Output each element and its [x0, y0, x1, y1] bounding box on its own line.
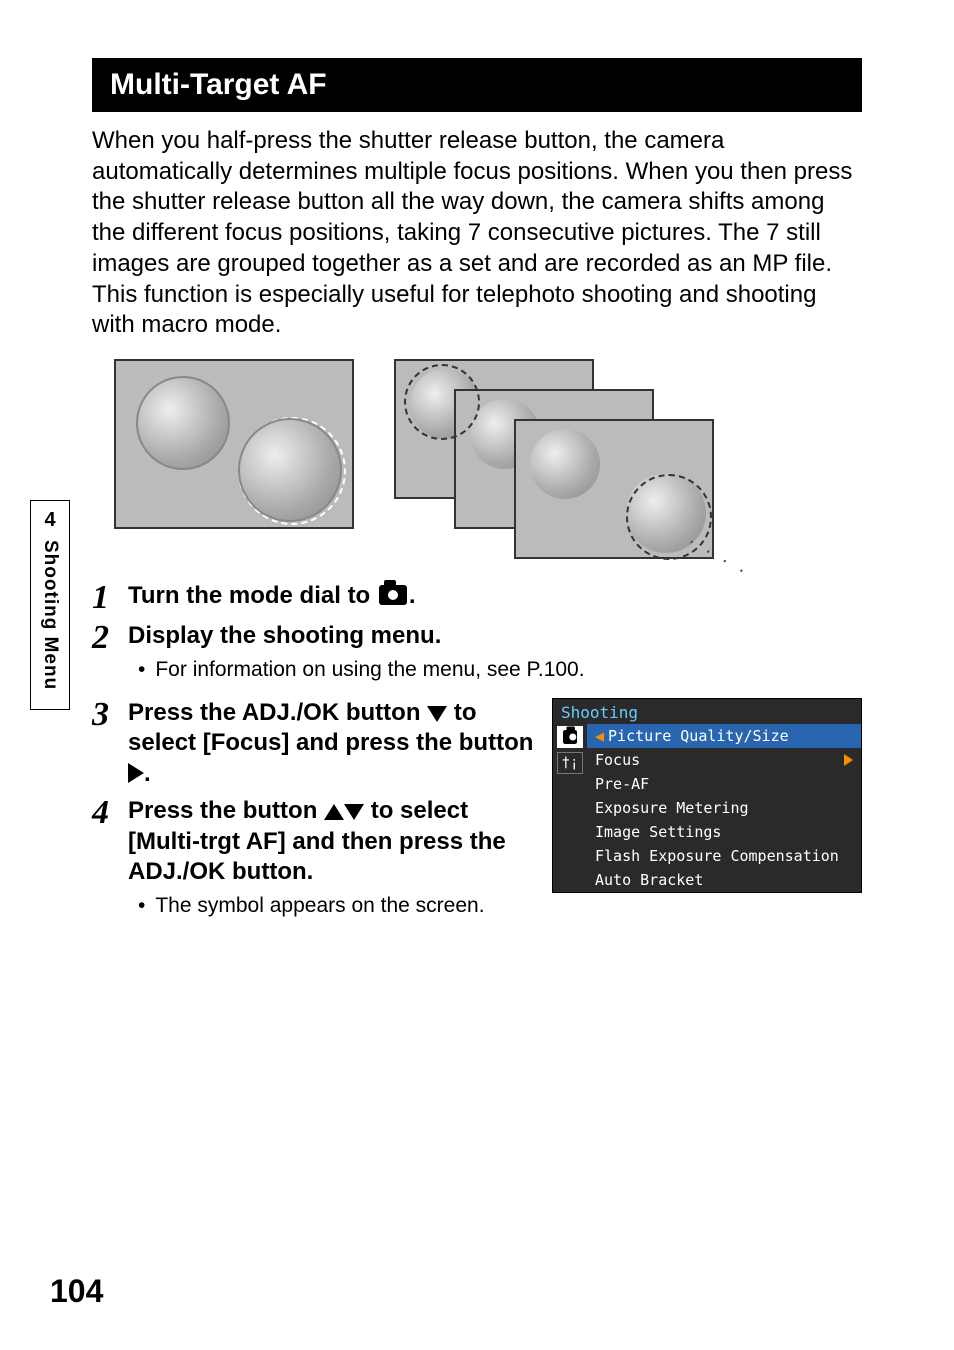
focus-circle-icon	[404, 364, 480, 440]
bullet-text: For information on using the menu, see P…	[155, 658, 584, 682]
menu-item-label: Auto Bracket	[595, 871, 703, 889]
step-text: Press the button	[128, 797, 324, 824]
step-number: 1	[92, 581, 128, 615]
menu-item: Focus	[587, 748, 861, 772]
illustration-stacked-frames: . . . .	[394, 359, 734, 559]
menu-item-label: Focus	[595, 751, 640, 769]
illustration-single-frame	[114, 359, 354, 529]
menu-item-label: Picture Quality/Size	[608, 727, 789, 745]
step-3: 3 Press the ADJ./OK button to select [Fo…	[92, 698, 534, 790]
step-number: 3	[92, 698, 128, 790]
step-bullet: For information on using the menu, see P…	[138, 658, 862, 682]
menu-item: Pre-AF	[587, 772, 861, 796]
steps-list: 1 Turn the mode dial to . 2 Display the …	[92, 581, 862, 934]
focus-circle-icon	[238, 417, 346, 525]
menu-item-label: Exposure Metering	[595, 799, 749, 817]
down-triangle-icon	[427, 706, 447, 722]
camera-menu-screenshot: Shooting †¡ ◀Picture Quality/Size Focu	[552, 698, 862, 893]
section-header: Multi-Target AF	[92, 58, 862, 112]
step-text: .	[144, 760, 151, 787]
intro-paragraph: When you half-press the shutter release …	[92, 126, 862, 341]
menu-item: Flash Exposure Compensation	[587, 844, 861, 868]
step-text: Press the ADJ./OK button	[128, 699, 427, 726]
menu-item: Auto Bracket	[587, 868, 861, 892]
right-arrow-icon	[844, 754, 853, 766]
step-number: 4	[92, 796, 128, 928]
down-triangle-icon	[344, 804, 364, 820]
step-bullet: The symbol appears on the screen.	[138, 894, 534, 918]
menu-item: Exposure Metering	[587, 796, 861, 820]
menu-item-label: Image Settings	[595, 823, 721, 841]
step-title: Press the ADJ./OK button to select [Focu…	[128, 698, 534, 790]
step-title: Press the button to select [Multi-trgt A…	[128, 796, 534, 888]
menu-item-label: Pre-AF	[595, 775, 649, 793]
step-2: 2 Display the shooting menu. For informa…	[92, 621, 862, 692]
camera-mode-icon	[379, 585, 407, 605]
menu-title: Shooting	[553, 699, 861, 724]
step-title: Display the shooting menu.	[128, 621, 862, 652]
chapter-label: Shooting Menu	[39, 540, 61, 690]
camera-icon	[563, 730, 577, 744]
chapter-number: 4	[35, 509, 65, 532]
menu-item-list: ◀Picture Quality/Size Focus Pre-AF Expos…	[587, 724, 861, 892]
side-tab: 4 Shooting Menu	[30, 500, 70, 710]
page-number: 104	[50, 1273, 103, 1310]
step-text: Turn the mode dial to	[128, 582, 377, 609]
step-4: 4 Press the button to select [Multi-trgt…	[92, 796, 534, 928]
manual-page: 4 Shooting Menu Multi-Target AF When you…	[0, 0, 954, 1350]
camera-tab-icon	[557, 726, 583, 748]
menu-item: Image Settings	[587, 820, 861, 844]
right-triangle-icon	[128, 763, 144, 783]
step-number: 2	[92, 621, 128, 692]
menu-tab-icons: †¡	[553, 724, 587, 892]
step-title: Turn the mode dial to .	[128, 581, 862, 612]
steps-3-4-row: 3 Press the ADJ./OK button to select [Fo…	[92, 698, 862, 934]
step-text: .	[409, 582, 416, 609]
setup-tab-icon: †¡	[557, 752, 583, 774]
left-arrow-icon: ◀	[595, 727, 604, 745]
menu-item: ◀Picture Quality/Size	[587, 724, 861, 748]
bullet-text: The symbol appears on the screen.	[155, 894, 484, 918]
illustration-row: . . . .	[114, 359, 862, 559]
step-1: 1 Turn the mode dial to .	[92, 581, 862, 615]
menu-item-label: Flash Exposure Compensation	[595, 847, 839, 865]
up-triangle-icon	[324, 804, 344, 820]
